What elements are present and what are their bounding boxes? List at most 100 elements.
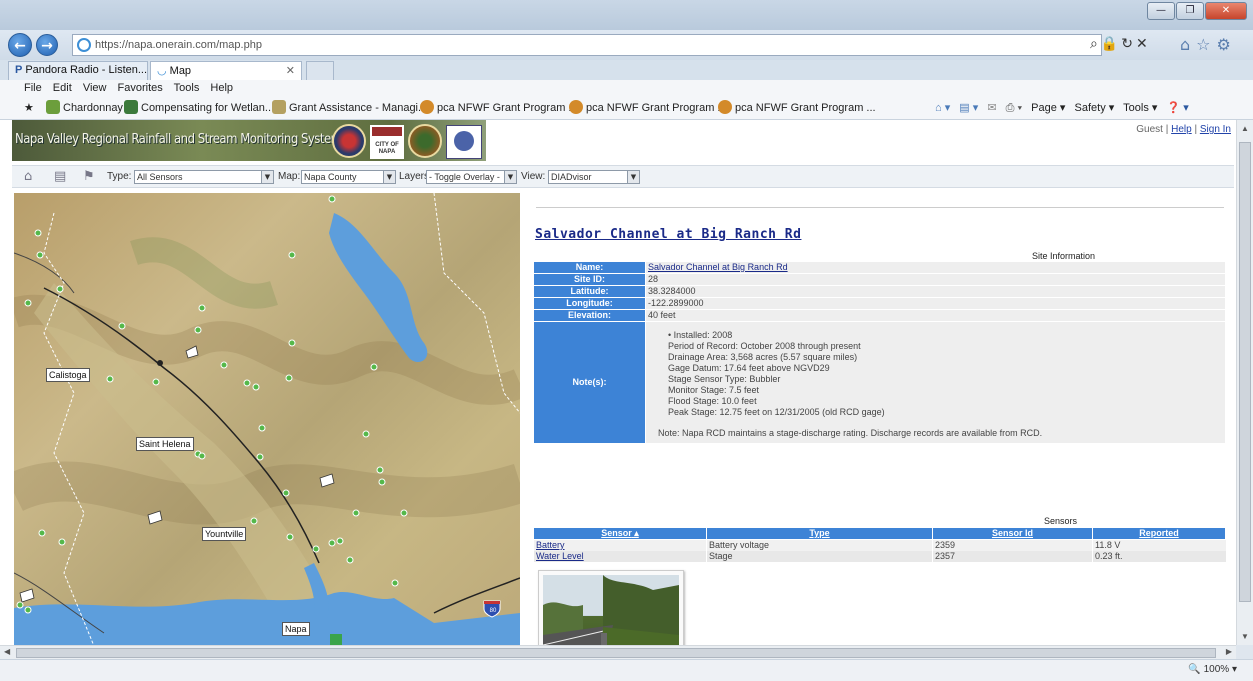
favorite-item[interactable]: Compensating for Wetlan...	[124, 96, 274, 119]
sensor-marker[interactable]	[370, 363, 378, 371]
sign-in-link[interactable]: Sign In	[1200, 124, 1231, 135]
map-label-calistoga[interactable]: Calistoga	[46, 368, 90, 382]
scroll-down-icon[interactable]: ▼	[1241, 632, 1249, 641]
safety-menu[interactable]: Safety ▾	[1075, 102, 1115, 114]
sensor-marker[interactable]	[24, 299, 32, 307]
sensor-marker[interactable]	[288, 251, 296, 259]
sensor-marker[interactable]	[288, 339, 296, 347]
help-icon[interactable]: ❓ ▾	[1166, 102, 1188, 114]
minimize-button[interactable]: —	[1147, 2, 1175, 20]
favorite-item[interactable]: pca NFWF Grant Program ...	[569, 96, 727, 119]
header-reported[interactable]: Reported	[1092, 527, 1226, 540]
header-sensor-id[interactable]: Sensor Id	[932, 527, 1093, 540]
tab-map[interactable]: ◡ Map ✕	[150, 61, 302, 80]
favorite-item[interactable]: pca NFWF Grant Program ...	[420, 96, 578, 119]
sensor-marker[interactable]	[328, 195, 336, 203]
sensor-marker[interactable]	[282, 489, 290, 497]
map-view[interactable]: Calistoga Saint Helena Yountville Napa 8…	[14, 193, 520, 646]
sensor-marker[interactable]	[194, 326, 202, 334]
home-icon[interactable]: ⌂	[24, 166, 32, 187]
sensor-marker[interactable]	[336, 537, 344, 545]
menu-tools[interactable]: Tools	[174, 82, 200, 94]
type-select[interactable]: All Sensors ▼	[134, 170, 274, 184]
sensor-marker[interactable]	[24, 606, 32, 614]
header-sensor[interactable]: Sensor ▴	[533, 527, 707, 540]
maximize-button[interactable]: ❐	[1176, 2, 1204, 20]
sensor-marker[interactable]	[152, 378, 160, 386]
home-icon[interactable]: ⌂ ▾	[935, 102, 950, 114]
sensor-marker[interactable]	[256, 453, 264, 461]
sensor-marker[interactable]	[243, 379, 251, 387]
sensor-marker[interactable]	[378, 478, 386, 486]
mail-icon[interactable]: ✉	[987, 102, 996, 114]
sensor-marker[interactable]	[220, 361, 228, 369]
sensor-marker[interactable]	[376, 466, 384, 474]
flag-marker[interactable]	[19, 588, 35, 603]
sensor-marker[interactable]	[352, 509, 360, 517]
stop-icon[interactable]: ✕	[1136, 36, 1151, 52]
address-bar[interactable]: https://napa.onerain.com/map.php	[72, 34, 1102, 56]
new-tab-button[interactable]	[306, 61, 334, 80]
scroll-left-icon[interactable]: ◀	[4, 647, 10, 656]
view-select[interactable]: DIADvisor ▼	[548, 170, 640, 184]
sensor-marker[interactable]	[362, 430, 370, 438]
horizontal-scrollbar[interactable]: ◀ ▶	[0, 645, 1236, 659]
help-link[interactable]: Help	[1171, 124, 1192, 135]
sensor-marker[interactable]	[34, 229, 42, 237]
close-window-button[interactable]: ✕	[1205, 2, 1247, 20]
sensor-marker[interactable]	[106, 375, 114, 383]
sensor-marker[interactable]	[58, 538, 66, 546]
favorite-item[interactable]: Grant Assistance - Managi...	[272, 96, 427, 119]
page-menu[interactable]: Page ▾	[1031, 102, 1065, 114]
sensor-marker[interactable]	[36, 251, 44, 259]
menu-help[interactable]: Help	[210, 82, 233, 94]
menu-view[interactable]: View	[83, 82, 107, 94]
scroll-up-icon[interactable]: ▲	[1241, 124, 1249, 133]
sensor-marker[interactable]	[16, 601, 24, 609]
sensor-marker[interactable]	[56, 285, 64, 293]
menu-favorites[interactable]: Favorites	[118, 82, 163, 94]
sensor-marker[interactable]	[118, 322, 126, 330]
sensor-marker[interactable]	[258, 424, 266, 432]
horizontal-scroll-thumb[interactable]	[16, 648, 1216, 658]
site-name-link[interactable]: Salvador Channel at Big Ranch Rd	[648, 262, 788, 272]
layers-select[interactable]: - Toggle Overlay - ▼	[426, 170, 517, 184]
sensor-marker[interactable]	[391, 579, 399, 587]
sensor-marker[interactable]	[312, 545, 320, 553]
refresh-icon[interactable]: ↻	[1121, 36, 1136, 52]
favorites-star-icon[interactable]: ☆	[1196, 35, 1216, 54]
scroll-right-icon[interactable]: ▶	[1226, 647, 1232, 656]
menu-file[interactable]: File	[24, 82, 42, 94]
map-label-napa[interactable]: Napa	[282, 622, 310, 636]
search-icon[interactable]: ⌕	[1090, 36, 1101, 52]
sensor-marker[interactable]	[285, 374, 293, 382]
tools-menu[interactable]: Tools ▾	[1123, 102, 1157, 114]
sensor-marker[interactable]	[400, 509, 408, 517]
forward-button[interactable]: →	[36, 34, 58, 56]
vertical-scroll-thumb[interactable]	[1239, 142, 1251, 602]
back-button[interactable]: ←	[8, 33, 32, 57]
feeds-icon[interactable]: ▤ ▾	[959, 102, 978, 114]
print-icon[interactable]: ⎙ ▾	[1006, 102, 1022, 114]
map-label-yountville[interactable]: Yountville	[202, 527, 247, 541]
sensor-link[interactable]: Battery	[536, 540, 565, 550]
tab-pandora[interactable]: P Pandora Radio - Listen...	[8, 61, 148, 80]
menu-edit[interactable]: Edit	[53, 82, 72, 94]
vertical-scrollbar[interactable]: ▲ ▼	[1236, 120, 1253, 645]
favorite-item[interactable]: pca NFWF Grant Program ...	[718, 96, 876, 119]
sensor-link[interactable]: Water Level	[536, 551, 584, 561]
favorite-item[interactable]: Chardonnay	[46, 96, 123, 119]
favorites-star-icon[interactable]: ★	[24, 96, 34, 119]
map-label-saint-helena[interactable]: Saint Helena	[136, 437, 194, 451]
site-title[interactable]: Salvador Channel at Big Ranch Rd	[535, 227, 801, 242]
sensor-marker[interactable]	[198, 452, 206, 460]
close-tab-icon[interactable]: ✕	[286, 64, 295, 77]
sensor-marker[interactable]	[252, 383, 260, 391]
home-icon[interactable]: ⌂	[1180, 35, 1196, 54]
map-select[interactable]: Napa County ▼	[301, 170, 396, 184]
header-type[interactable]: Type	[706, 527, 933, 540]
sensor-marker[interactable]	[198, 304, 206, 312]
flag-icon[interactable]: ⚑	[83, 166, 95, 187]
sensor-marker[interactable]	[346, 556, 354, 564]
zoom-control[interactable]: 🔍 100% ▾	[1188, 664, 1237, 675]
